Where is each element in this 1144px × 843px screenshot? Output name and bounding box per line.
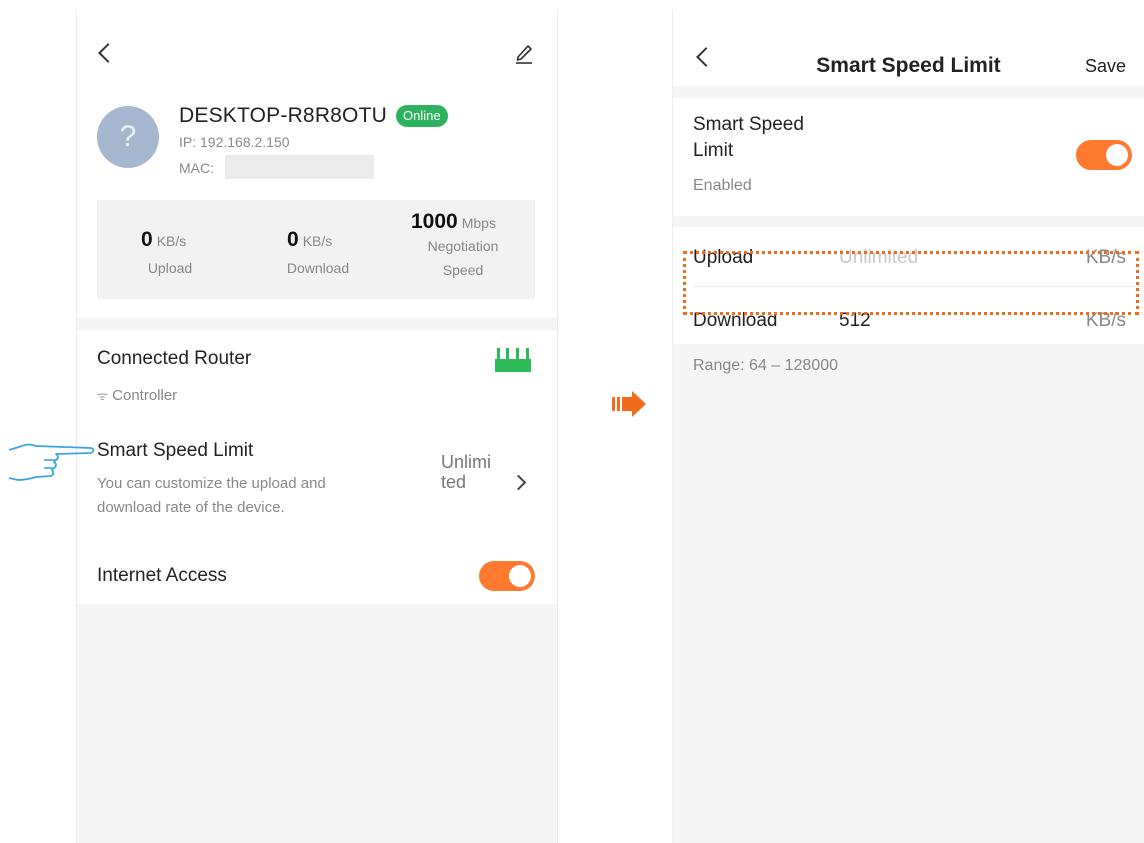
- negotiation-speed: 1000 Mbps: [411, 210, 496, 233]
- smart-speed-limit-toggle[interactable]: [1076, 140, 1132, 170]
- speed-limit-value: Unlimi ted: [441, 452, 492, 492]
- page-title: Smart Speed Limit: [816, 54, 1001, 77]
- smart-speed-limit-desc: You can customize the upload and downloa…: [97, 475, 326, 516]
- download-field-highlight: [683, 251, 1139, 315]
- chevron-right-icon: [510, 474, 527, 491]
- router-icon: [495, 348, 531, 372]
- upload-label: Upload: [147, 260, 193, 276]
- toggle-knob: [509, 565, 531, 587]
- speed-limit-toggle-card: Smart Speed Limit Enabled: [673, 98, 1144, 216]
- speed-limit-toggle-label: Smart Speed Limit: [693, 114, 804, 161]
- connected-router-title: Connected Router: [97, 348, 252, 369]
- smart-speed-limit-screen: Smart Speed Limit Save Smart Speed Limit…: [672, 10, 1144, 843]
- mac-address-redacted: [225, 155, 374, 179]
- speed-limit-status: Enabled: [693, 177, 752, 194]
- range-hint: Range: 64 – 128000: [693, 357, 839, 374]
- save-button[interactable]: Save: [1085, 56, 1126, 77]
- edit-pencil-icon[interactable]: [514, 42, 534, 64]
- internet-access-toggle[interactable]: [479, 561, 535, 591]
- wifi-icon: ᯤ: [97, 389, 108, 403]
- back-arrow-icon[interactable]: [98, 43, 118, 63]
- negotiation-speed-label: Negotiation Speed: [427, 238, 499, 278]
- device-avatar: ?: [97, 106, 159, 168]
- pointing-hand-icon: [8, 443, 95, 481]
- device-settings-card: Connected Router ᯤ Controller Smart Spee…: [77, 330, 557, 604]
- device-mac-label: MAC:: [179, 160, 214, 176]
- download-rate: 0 KB/s: [287, 228, 333, 251]
- header-bar: Smart Speed Limit Save: [673, 10, 1144, 86]
- connected-router-subtitle: ᯤ Controller: [97, 387, 178, 404]
- traffic-stats-panel: 0 KB/s Upload 0 KB/s Download 1000 Mbps Neg…: [97, 200, 535, 299]
- device-details-screen: ? DESKTOP-R8R8OTU Online IP: 192.168.2.1…: [76, 10, 558, 843]
- device-info-card: ? DESKTOP-R8R8OTU Online IP: 192.168.2.1…: [77, 10, 557, 318]
- toggle-knob: [1106, 144, 1128, 166]
- online-status-badge: Online: [396, 105, 448, 127]
- smart-speed-limit-title: Smart Speed Limit: [97, 440, 254, 461]
- upload-rate: 0 KB/s: [141, 228, 187, 251]
- download-label: Download: [286, 260, 350, 276]
- internet-access-title: Internet Access: [97, 565, 227, 586]
- device-name: DESKTOP-R8R8OTU: [179, 104, 387, 127]
- device-ip: IP: 192.168.2.150: [179, 134, 290, 150]
- right-arrow-icon: [612, 391, 646, 417]
